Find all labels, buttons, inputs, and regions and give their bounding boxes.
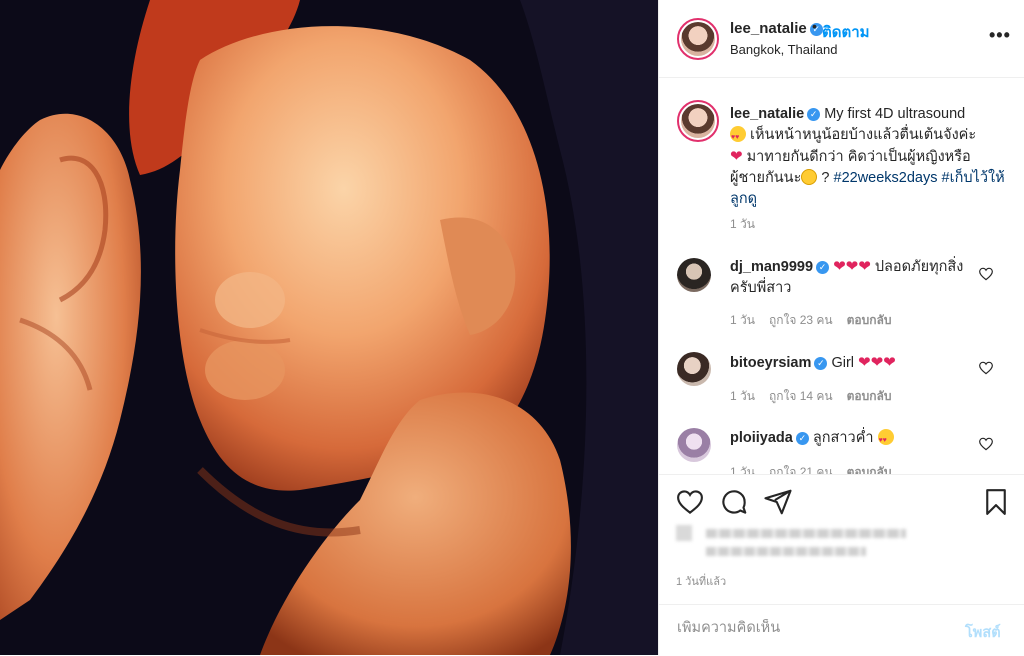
post-time-ago: 1 วันที่แล้ว [676, 576, 727, 588]
post-comment-button[interactable]: โพสต์ [965, 621, 1001, 644]
bookmark-icon[interactable] [981, 487, 1011, 517]
comment-meta: 1 วัน ถูกใจ 21 คน ตอบกลับ [730, 463, 905, 474]
post-header: lee_natalie ✓ • ติดตาม Bangkok, Thailand … [659, 0, 1024, 78]
post-actions: 1 วันที่แล้ว โพสต์ [659, 474, 1024, 655]
comment-body: ลูกสาวค่ำ [812, 430, 874, 446]
comment-username[interactable]: bitoeyrsiam [730, 355, 811, 371]
author-username[interactable]: lee_natalie ✓ [730, 20, 823, 37]
comment-input[interactable] [675, 619, 949, 637]
comment-text: dj_man9999 ✓ ❤❤❤ ปลอดภัยทุกสิ่งครับพี่สาว [730, 256, 975, 299]
red-heart-emoji-icon: ❤❤❤ [833, 258, 871, 275]
comments-scroll-area[interactable]: lee_natalie✓ My first 4D ultrasound เห็น… [659, 78, 1024, 474]
reply-button[interactable]: ตอบกลับ [847, 465, 892, 474]
comment-meta: 1 วัน ถูกใจ 23 คน ตอบกลับ [730, 311, 905, 330]
reply-button[interactable]: ตอบกลับ [847, 389, 892, 403]
verified-icon: ✓ [814, 357, 828, 370]
commenter-avatar[interactable] [677, 428, 711, 462]
comment-time: 1 วัน [730, 389, 755, 403]
avatar[interactable] [677, 18, 719, 60]
author-username-text[interactable]: lee_natalie [730, 20, 807, 37]
verified-icon: ✓ [795, 432, 809, 445]
comment-text: ploiiyada ✓ ลูกสาวค่ำ [730, 428, 975, 451]
separator-dot: • [812, 18, 817, 34]
more-icon[interactable]: ••• [989, 25, 1011, 46]
caption-text-1: My first 4D ultrasound [824, 106, 966, 122]
heart-eyes-emoji-icon [877, 429, 894, 451]
comment-body: Girl [831, 355, 854, 371]
comment-time: 1 วัน [730, 465, 755, 474]
location-link[interactable]: Bangkok, Thailand [730, 42, 837, 57]
comment-meta: 1 วัน ถูกใจ 14 คน ตอบกลับ [730, 387, 905, 406]
follow-button[interactable]: ติดตาม [822, 20, 870, 44]
caption: lee_natalie✓ My first 4D ultrasound เห็น… [730, 104, 1005, 210]
caption-username[interactable]: lee_natalie [730, 106, 804, 122]
comment-icon[interactable] [719, 487, 749, 517]
post-details-panel: lee_natalie ✓ • ติดตาม Bangkok, Thailand … [658, 0, 1024, 655]
comment-form: โพสต์ [659, 604, 1024, 656]
smile-emoji-icon [801, 169, 818, 185]
caption-avatar[interactable] [677, 100, 719, 142]
heart-icon[interactable] [675, 487, 705, 517]
like-comment-heart-icon[interactable] [978, 360, 994, 376]
verified-icon: ✓ [816, 261, 830, 274]
heart-eyes-emoji-icon [730, 126, 746, 148]
hashtag-link[interactable]: #22weeks2days [834, 170, 938, 186]
red-heart-emoji-icon: ❤ [730, 148, 743, 165]
like-comment-heart-icon[interactable] [978, 436, 994, 452]
comment-username[interactable]: ploiiyada [730, 430, 793, 446]
verified-icon: ✓ [807, 108, 821, 121]
blurred-text-line [706, 529, 906, 538]
post-image[interactable] [0, 0, 658, 655]
blurred-text-line [706, 547, 866, 556]
comment-text: bitoeyrsiam ✓ Girl ❤❤❤ [730, 352, 975, 374]
share-icon[interactable] [763, 487, 793, 517]
comment-likes[interactable]: ถูกใจ 23 คน [769, 313, 833, 327]
caption-time: 1 วัน [730, 217, 755, 231]
comment-likes[interactable]: ถูกใจ 21 คน [769, 465, 833, 474]
like-comment-heart-icon[interactable] [978, 266, 994, 282]
commenter-avatar[interactable] [677, 352, 711, 386]
liked-by-blurred [676, 523, 976, 565]
red-heart-emoji-icon: ❤❤❤ [858, 354, 896, 371]
comment-likes[interactable]: ถูกใจ 14 คน [769, 389, 833, 403]
reply-button[interactable]: ตอบกลับ [847, 313, 892, 327]
comment-time: 1 วัน [730, 313, 755, 327]
blurred-avatar [676, 525, 692, 541]
commenter-avatar[interactable] [677, 258, 711, 292]
caption-text-4: ? [821, 170, 830, 186]
comment-username[interactable]: dj_man9999 [730, 259, 813, 275]
caption-text-2: เห็นหน้าหนูน้อยบ้างแล้วตื่นเต้นจังค่ะ [750, 127, 977, 143]
